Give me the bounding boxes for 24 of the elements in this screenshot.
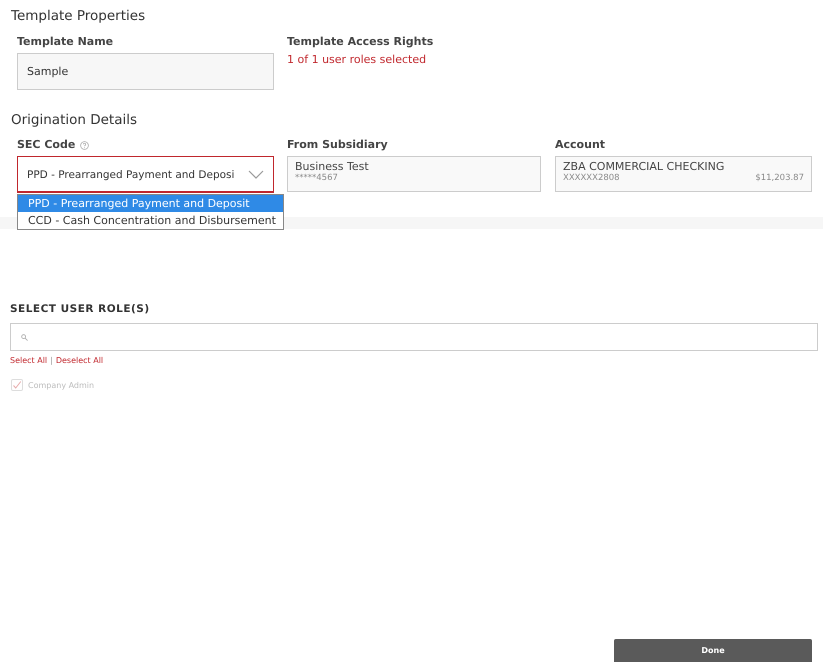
deselect-all-link[interactable]: Deselect All (56, 356, 104, 365)
search-icon (21, 334, 28, 340)
access-rights-link[interactable]: 1 of 1 user roles selected (287, 53, 434, 66)
dropdown-option[interactable]: PPD - Prearranged Payment and Deposit (18, 195, 283, 212)
field-label: SEC Code (17, 138, 76, 151)
template-name-field[interactable]: Sample (17, 53, 274, 90)
section-title: SELECT USER ROLE(S) (10, 303, 151, 315)
sec-code-dropdown[interactable]: PPD - Prearranged Payment and Deposi (17, 156, 274, 193)
dropdown-option[interactable]: CCD - Cash Concentration and Disbursement (18, 212, 283, 229)
field-label: From Subsidiary (287, 138, 389, 151)
field-label: Template Access Rights (287, 35, 434, 48)
field-label: Template Name (17, 35, 114, 48)
help-icon[interactable] (80, 140, 90, 150)
subsidiary-field[interactable]: Business Test *****4567 (287, 156, 541, 192)
select-all-link[interactable]: Select All (10, 356, 48, 365)
search-field[interactable] (10, 323, 818, 351)
done-button[interactable]: Done (614, 639, 812, 662)
link-separator: | (50, 356, 53, 365)
section-title: Origination Details (11, 112, 138, 128)
account-field[interactable]: ZBA COMMERCIAL CHECKING XXXXXX2808 $11,203.87 (555, 156, 812, 192)
section-title: Template Properties (11, 8, 146, 24)
field-label: Account (555, 138, 606, 151)
chevron-down-icon (248, 170, 264, 179)
role-label: Company Admin (28, 380, 94, 390)
